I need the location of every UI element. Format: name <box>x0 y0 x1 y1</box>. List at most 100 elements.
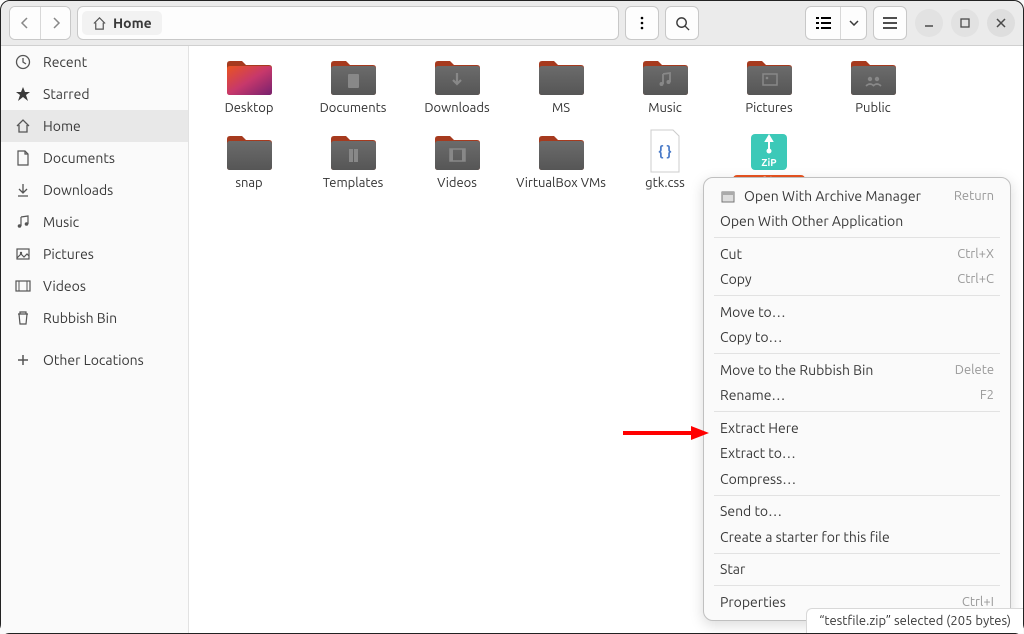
file-label: Public <box>850 100 895 118</box>
menu-separator <box>714 585 1000 586</box>
folder-icon <box>535 131 587 173</box>
close-button[interactable] <box>987 9 1015 37</box>
sidebar-item-other-locations[interactable]: Other Locations <box>1 344 188 376</box>
plus-icon <box>15 352 31 368</box>
status-text: “testfile.zip” selected (205 bytes) <box>819 614 1011 628</box>
star-icon <box>15 86 31 102</box>
back-button[interactable] <box>10 7 40 39</box>
menu-separator <box>714 411 1000 412</box>
file-public[interactable]: Public <box>821 56 925 131</box>
menu-item-cut[interactable]: Cut Ctrl+X <box>704 241 1010 267</box>
file-label: gtk.css <box>640 175 690 193</box>
file-documents[interactable]: Documents <box>301 56 405 131</box>
folder-download-icon <box>431 56 483 98</box>
menu-label: Copy <box>720 271 752 287</box>
trash-icon <box>15 310 31 326</box>
sidebar: Recent Starred HomeDocumentsDownloadsMusic… <box>1 46 189 633</box>
menu-label: Open With Other Application <box>720 213 903 229</box>
minimize-button[interactable] <box>915 9 943 37</box>
menu-item-create-a-starter-for-this-file[interactable]: Create a starter for this file <box>704 524 1010 550</box>
sidebar-item-starred[interactable]: Starred <box>1 78 188 110</box>
file-label: VirtualBox VMs <box>511 175 611 193</box>
sidebar-item-rubbish-bin[interactable]: Rubbish Bin <box>1 302 188 334</box>
file-label: snap <box>230 175 267 193</box>
file-pictures[interactable]: Pictures <box>717 56 821 131</box>
folder-music-icon <box>639 56 691 98</box>
chevron-down-icon <box>849 20 859 26</box>
sidebar-item-pictures[interactable]: Pictures <box>1 238 188 270</box>
nav-buttons <box>9 6 71 40</box>
file-music[interactable]: Music <box>613 56 717 131</box>
menu-label: Move to… <box>720 304 786 320</box>
folder-video-icon <box>431 131 483 173</box>
sidebar-item-downloads[interactable]: Downloads <box>1 174 188 206</box>
more-options-button[interactable] <box>625 6 659 40</box>
picture-icon <box>15 246 31 262</box>
menu-separator <box>714 353 1000 354</box>
file-videos[interactable]: Videos <box>405 131 509 206</box>
hamburger-menu-button[interactable] <box>873 6 907 40</box>
menu-item-open-with-other-application[interactable]: Open With Other Application <box>704 209 1010 235</box>
menu-item-star[interactable]: Star <box>704 557 1010 583</box>
menu-item-move-to[interactable]: Move to… <box>704 299 1010 325</box>
sidebar-item-recent[interactable]: Recent <box>1 46 188 78</box>
path-bar[interactable]: Home <box>77 6 619 40</box>
sidebar-item-home[interactable]: Home <box>1 110 188 142</box>
sidebar-label: Starred <box>43 86 90 102</box>
folder-picture-icon <box>743 56 795 98</box>
menu-label: Cut <box>720 246 742 262</box>
file-label: MS <box>547 100 575 118</box>
menu-label: Extract to… <box>720 445 796 461</box>
file-desktop[interactable]: Desktop <box>197 56 301 131</box>
menu-item-copy[interactable]: Copy Ctrl+C <box>704 267 1010 293</box>
menu-item-send-to[interactable]: Send to… <box>704 499 1010 525</box>
menu-label: Create a starter for this file <box>720 529 890 545</box>
home-icon <box>15 118 31 134</box>
folder-doc-icon <box>327 56 379 98</box>
menu-item-rename[interactable]: Rename…F2 <box>704 383 1010 409</box>
file-ms[interactable]: MS <box>509 56 613 131</box>
menu-item-open-with-archive-manager[interactable]: Open With Archive ManagerReturn <box>704 183 1010 209</box>
status-bar: “testfile.zip” selected (205 bytes) <box>806 608 1023 633</box>
file-virtualbox-vms[interactable]: VirtualBox VMs <box>509 131 613 206</box>
file-label: Downloads <box>419 100 494 118</box>
file-snap[interactable]: snap <box>197 131 301 206</box>
menu-item-extract-here[interactable]: Extract Here <box>704 415 1010 441</box>
menu-item-move-to-the-rubbish-bin[interactable]: Move to the Rubbish BinDelete <box>704 357 1010 383</box>
menu-shortcut: Ctrl+C <box>957 272 994 286</box>
maximize-button[interactable] <box>951 9 979 37</box>
folder-templates-icon <box>327 131 379 173</box>
sidebar-item-music[interactable]: Music <box>1 206 188 238</box>
menu-label: Copy to… <box>720 329 782 345</box>
menu-item-extract-to[interactable]: Extract to… <box>704 441 1010 467</box>
home-icon <box>92 16 107 31</box>
header-bar: Home <box>1 1 1023 46</box>
path-segment-home[interactable]: Home <box>82 11 162 35</box>
list-view-button[interactable] <box>806 7 840 39</box>
video-icon <box>15 278 31 294</box>
sidebar-label: Pictures <box>43 246 94 262</box>
menu-shortcut: Ctrl+I <box>962 595 994 609</box>
svg-text:ZiP: ZiP <box>761 157 776 168</box>
search-button[interactable] <box>665 6 699 40</box>
clock-icon <box>15 54 31 70</box>
file-label: Templates <box>318 175 389 193</box>
path-label: Home <box>113 15 152 31</box>
folder-icon <box>223 131 275 173</box>
file-gtk-css[interactable]: { }gtk.css <box>613 131 717 206</box>
sidebar-item-documents[interactable]: Documents <box>1 142 188 174</box>
menu-item-copy-to[interactable]: Copy to… <box>704 325 1010 351</box>
file-downloads[interactable]: Downloads <box>405 56 509 131</box>
menu-shortcut: Ctrl+X <box>957 247 994 261</box>
menu-item-compress[interactable]: Compress… <box>704 466 1010 492</box>
sidebar-label: Videos <box>43 278 86 294</box>
folder-desktop-icon <box>223 56 275 98</box>
menu-label: Rename… <box>720 387 785 403</box>
file-templates[interactable]: Templates <box>301 131 405 206</box>
menu-label: Send to… <box>720 503 782 519</box>
forward-button[interactable] <box>40 7 70 39</box>
zip-icon: ZiP <box>743 131 795 173</box>
sidebar-item-videos[interactable]: Videos <box>1 270 188 302</box>
view-dropdown-button[interactable] <box>840 7 866 39</box>
archive-icon <box>720 188 736 204</box>
